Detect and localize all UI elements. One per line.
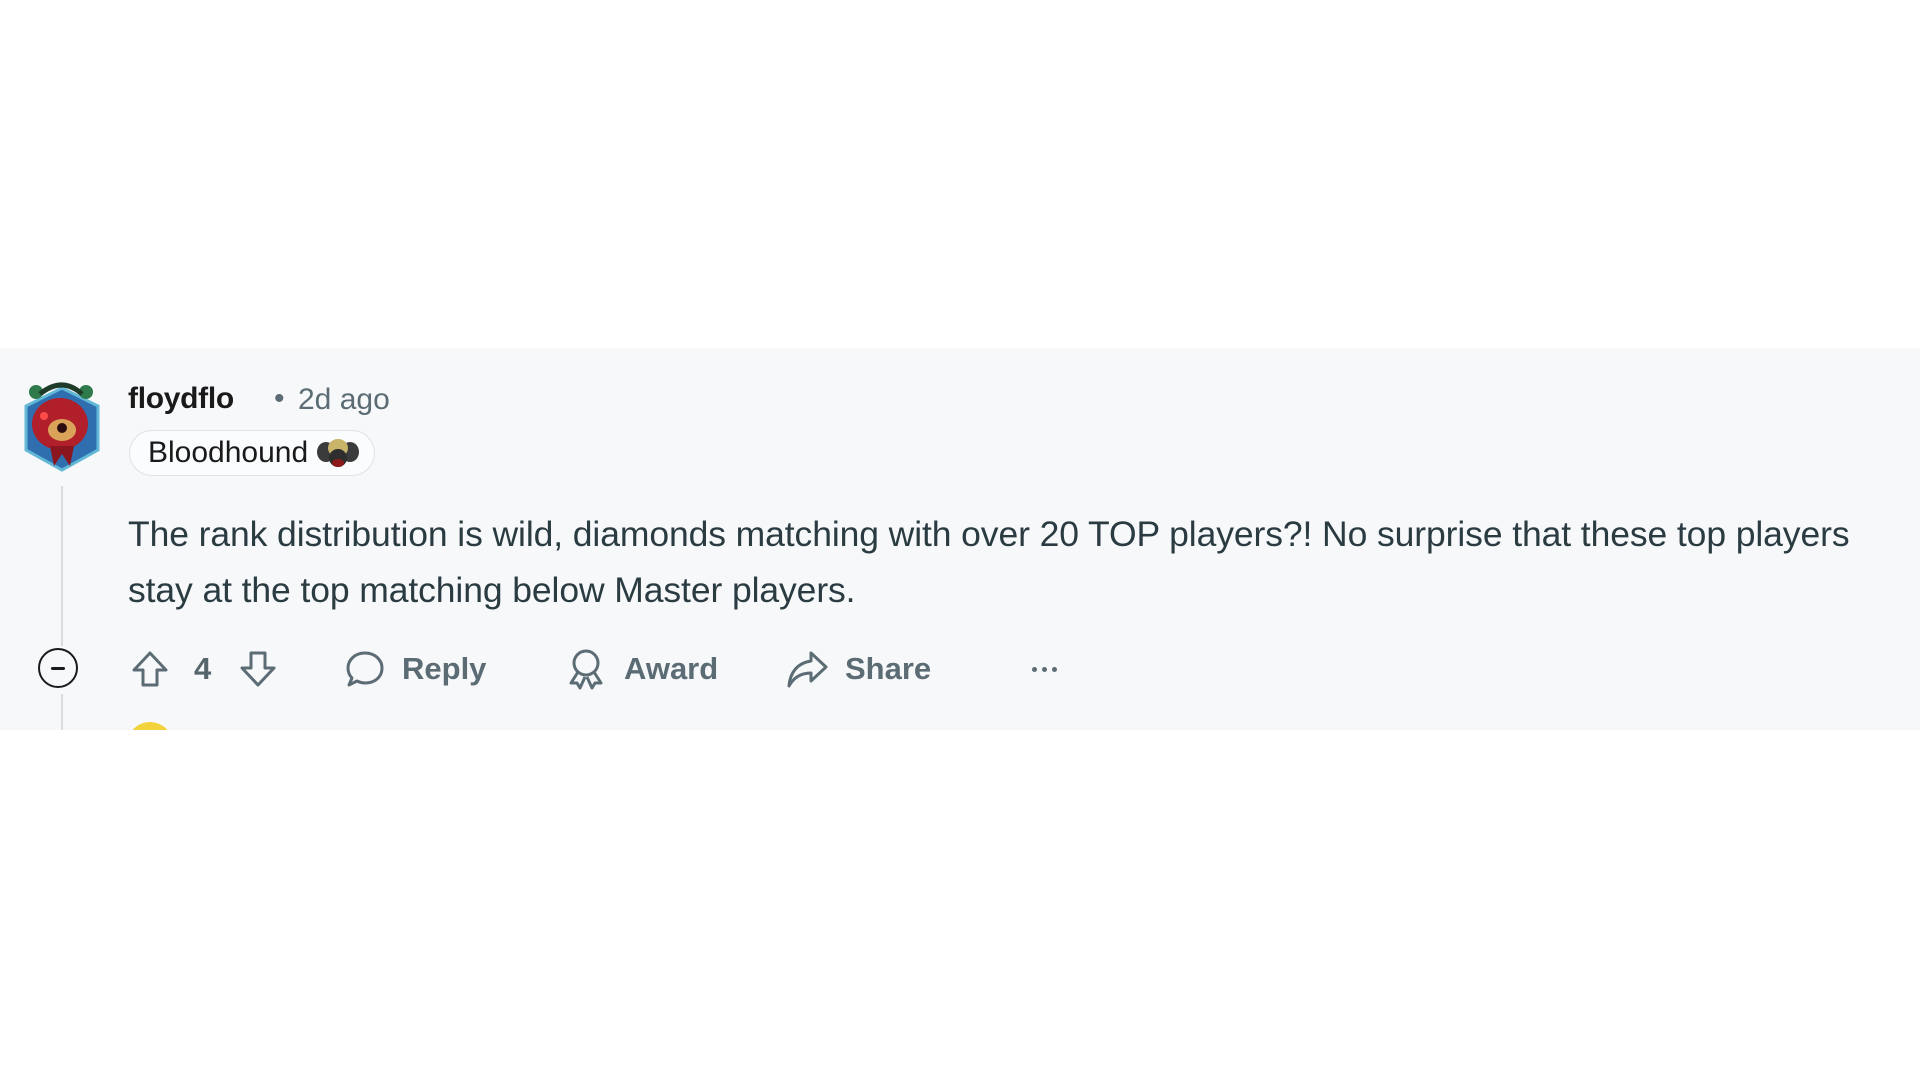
share-label: Share [845, 651, 932, 686]
more-dot-icon [1031, 666, 1037, 672]
user-flair: Bloodhound [129, 430, 376, 476]
more-options-button[interactable] [1024, 646, 1064, 692]
more-dot-icon [1051, 666, 1057, 672]
flair-text: Bloodhound [148, 436, 309, 469]
reply-button[interactable]: Reply [344, 646, 486, 692]
meta-separator: • [274, 382, 285, 415]
award-button[interactable]: Award [564, 646, 718, 692]
award-label: Award [624, 651, 719, 686]
thread-line[interactable] [61, 486, 63, 646]
thread-line[interactable] [61, 694, 63, 730]
bloodhound-emoji-icon [317, 439, 360, 467]
upvote-icon[interactable] [130, 649, 170, 689]
comment-actions: 4 Reply Award Share [0, 646, 1200, 692]
share-button[interactable]: Share [785, 646, 931, 692]
comment-bubble-icon [346, 651, 384, 687]
author-username[interactable]: floydflo [128, 382, 234, 416]
comment-body: The rank distribution is wild, diamonds … [128, 514, 1850, 610]
downvote-icon[interactable] [238, 649, 278, 689]
user-avatar[interactable] [20, 378, 104, 474]
comment-timestamp[interactable]: 2d ago [298, 383, 390, 417]
vote-score: 4 [194, 651, 212, 686]
award-icon [569, 649, 603, 690]
reply-label: Reply [402, 651, 487, 686]
share-icon [787, 651, 828, 688]
more-dot-icon [1041, 666, 1047, 672]
